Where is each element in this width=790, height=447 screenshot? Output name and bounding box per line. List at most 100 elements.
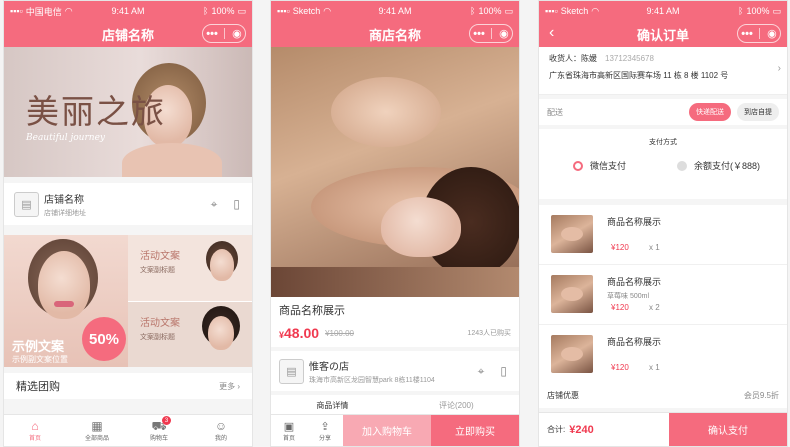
tab-label: 首页	[28, 435, 41, 442]
store-icon: ▤	[279, 358, 304, 384]
shop-info-bar[interactable]: ▤ 店铺名称 店铺详细地址 ⌖ ▯	[4, 183, 252, 225]
tab-reviews[interactable]: 评论(200)	[439, 400, 474, 411]
more-icon[interactable]: •••	[206, 28, 218, 40]
more-label: 更多	[219, 381, 236, 391]
banner-title: 美丽之旅	[26, 92, 166, 131]
delivery-options: 配送 快递配送 到店自提	[539, 99, 787, 125]
activity-2-model-face	[208, 316, 234, 350]
battery-label: 100%	[478, 6, 502, 16]
radio-unselected-icon	[677, 160, 687, 171]
product-name: 商品名称展示	[271, 297, 519, 319]
page-title: 确认订单	[636, 27, 689, 43]
more-icon[interactable]: •••	[473, 28, 485, 40]
total-value: ¥240	[569, 423, 594, 436]
battery-icon: ▭	[237, 5, 246, 16]
store-name: 惟客の店	[309, 361, 349, 373]
detail-tabs: 商品详情 评论(200)	[271, 395, 519, 415]
phone-confirm-order: ▪▪▪▫ Sketch ◠ 9:41 AM ᛒ 100% ▭ ‹ 确认订单 ••• ◉ 收…	[538, 0, 788, 447]
page-title: 商店名称	[368, 27, 421, 43]
grid-icon: ▦	[91, 418, 103, 433]
chevron-right-icon: ›	[237, 381, 240, 391]
status-bar: ▪▪▪▫ 中国电信 ◠ 9:41 AM ᛒ 100% ▭	[4, 1, 252, 21]
pay-wechat-option[interactable]: 微信支付	[573, 159, 626, 172]
promo-model-face	[38, 251, 90, 319]
close-mini-program-icon[interactable]: ◉	[499, 27, 509, 40]
phone-product-detail: ▪▪▪▫ Sketch ◠ 9:41 AM ᛒ 100% ▭ 商店名称 ••• ◉ 商品名…	[270, 0, 520, 447]
activity-2-subtitle: 文案副标题	[140, 334, 175, 341]
signal-icon: ▪▪▪▫	[277, 6, 290, 16]
confirm-pay-button[interactable]: 确认支付	[669, 413, 787, 446]
item-thumbnail	[551, 215, 593, 253]
radio-selected-icon	[573, 160, 583, 171]
tab-cart[interactable]: ⛟ 3 购物车	[128, 415, 190, 446]
page-title: 店铺名称	[101, 27, 154, 43]
phone-home-screen: ▪▪▪▫ 中国电信 ◠ 9:41 AM ᛒ 100% ▭ 店铺名称 ••• ◉ 美丽之旅 …	[3, 0, 253, 447]
location-pin-icon[interactable]: ⌖	[478, 364, 485, 379]
item-quantity: x 1	[649, 243, 660, 252]
banner-model-shoulders	[122, 143, 222, 177]
order-items: 商品名称展示 ¥120 x 1 商品名称展示 草莓味 500ml ¥120 x 2…	[539, 205, 787, 385]
original-price: ¥100.00	[325, 328, 354, 338]
more-icon[interactable]: •••	[741, 28, 753, 40]
phone-icon[interactable]: ▯	[500, 364, 507, 379]
section-title: 精选团购	[16, 381, 60, 393]
banner-subtitle: Beautiful journey	[26, 133, 105, 143]
price-value: 48.00	[284, 325, 320, 341]
home-button[interactable]: ▣ 首页	[271, 415, 307, 446]
share-button[interactable]: ⇪ 分享	[307, 415, 343, 446]
more-link[interactable]: 更多 ›	[219, 381, 240, 392]
home-label: 首页	[282, 435, 295, 442]
tab-home[interactable]: ⌂ 首页	[4, 415, 66, 446]
mini-program-capsule[interactable]: ••• ◉	[737, 24, 781, 43]
discount-badge: 50%	[82, 317, 126, 361]
carrier-label: 中国电信	[25, 6, 62, 17]
discount-label: 店铺优惠	[547, 390, 579, 400]
item-name: 商品名称展示	[607, 277, 662, 287]
add-to-cart-button[interactable]: 加入购物车	[343, 415, 431, 446]
order-item[interactable]: 商品名称展示 ¥120 x 1	[539, 325, 787, 385]
express-delivery-chip[interactable]: 快递配送	[689, 103, 731, 121]
store-info[interactable]: ▤ 惟客の店 珠海市高新区龙园智慧park 8栋11楼1104 ⌖ ▯	[271, 351, 519, 391]
activity-card-2[interactable]: 活动文案 文案副标题	[128, 301, 252, 367]
mini-program-capsule[interactable]: ••• ◉	[202, 24, 246, 43]
hero-face	[381, 197, 461, 257]
shipping-address[interactable]: 收货人：陈媛 13712345678 广东省珠海市高新区国际赛车场 11 栋 8 …	[539, 47, 787, 95]
mini-program-capsule[interactable]: ••• ◉	[469, 24, 513, 43]
activity-2-title: 活动文案	[140, 318, 180, 329]
item-quantity: x 1	[649, 363, 660, 372]
store-pickup-chip[interactable]: 到店自提	[737, 103, 779, 121]
pay-balance-label: 余额支付(￥888)	[694, 161, 761, 171]
tab-mine[interactable]: ☺ 我的	[190, 415, 252, 446]
product-price: ¥48.00	[279, 325, 319, 341]
share-label: 分享	[318, 435, 331, 442]
location-pin-icon[interactable]: ⌖	[211, 197, 218, 212]
image-icon: ▣	[283, 420, 295, 433]
order-item[interactable]: 商品名称展示 ¥120 x 1	[539, 205, 787, 265]
carrier-label: Sketch	[560, 6, 589, 16]
nav-bar: 店铺名称 ••• ◉	[4, 21, 252, 47]
store-discount[interactable]: 店铺优惠 会员9.5折	[539, 382, 787, 408]
promo-model-lips	[54, 301, 74, 307]
item-thumbnail	[551, 335, 593, 373]
hero-hand	[331, 77, 441, 147]
shop-name: 店铺名称	[44, 194, 84, 206]
back-arrow-icon[interactable]: ‹	[549, 24, 554, 42]
tab-all-products[interactable]: ▦ 全部商品	[66, 415, 128, 446]
buy-now-button[interactable]: 立即购买	[431, 415, 519, 446]
tab-detail[interactable]: 商品详情	[316, 400, 348, 411]
pay-balance-option[interactable]: 余额支付(￥888)	[677, 159, 760, 172]
carrier-label: Sketch	[292, 6, 321, 16]
item-name: 商品名称展示	[607, 217, 662, 227]
close-mini-program-icon[interactable]: ◉	[767, 27, 777, 40]
close-mini-program-icon[interactable]: ◉	[232, 27, 242, 40]
product-image[interactable]	[271, 47, 519, 297]
item-quantity: x 2	[649, 303, 660, 312]
promo-title: 示例文案	[12, 340, 65, 355]
order-item[interactable]: 商品名称展示 草莓味 500ml ¥120 x 2	[539, 265, 787, 325]
activity-card-1[interactable]: 活动文案 文案副标题	[128, 235, 252, 301]
nav-bar: ‹ 确认订单 ••• ◉	[539, 21, 787, 47]
phone-icon[interactable]: ▯	[233, 197, 240, 212]
status-bar: ▪▪▪▫ Sketch ◠ 9:41 AM ᛒ 100% ▭	[539, 1, 787, 21]
hero-banner[interactable]: 美丽之旅 Beautiful journey	[4, 47, 252, 177]
item-spec: 草莓味 500ml	[607, 293, 650, 300]
